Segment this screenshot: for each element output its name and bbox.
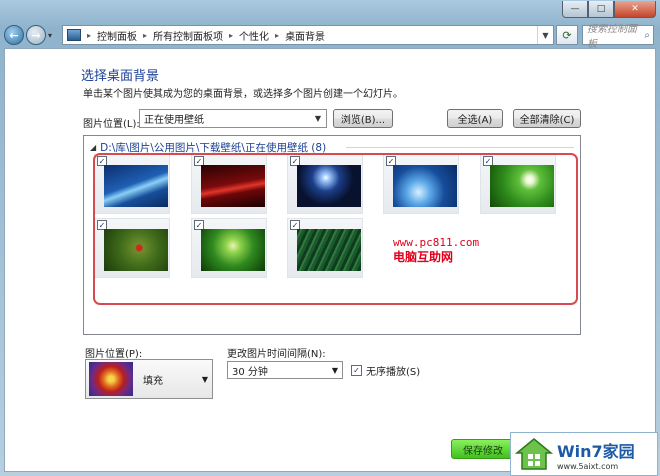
group-divider <box>346 147 574 148</box>
location-value: 正在使用壁纸 <box>144 115 204 126</box>
interval-label: 更改图片时间间隔(N): <box>227 349 326 360</box>
interval-select[interactable]: 30 分钟 ▼ <box>227 361 343 379</box>
forward-button[interactable]: → <box>26 25 46 45</box>
window: — □ ✕ ← → ▾ ▸ 控制面板 ▸ 所有控制面板项 ▸ 个性化 ▸ 桌面背… <box>0 0 660 476</box>
chevron-right-icon: ▸ <box>87 30 92 40</box>
logo-url: www.5aixt.com <box>557 461 619 471</box>
refresh-icon: ⟳ <box>562 28 572 42</box>
maximize-button[interactable]: □ <box>588 1 614 18</box>
interval-value: 30 分钟 <box>232 366 268 378</box>
shuffle-checkbox[interactable]: ✓ <box>351 365 362 376</box>
house-logo-icon <box>514 436 554 472</box>
search-placeholder: 搜索控制面板 <box>587 24 637 50</box>
shuffle-option[interactable]: ✓ 无序播放(S) <box>351 363 420 378</box>
breadcrumb-all-items[interactable]: 所有控制面板项 <box>153 28 223 43</box>
location-label: 图片位置(L): <box>83 119 140 130</box>
chevron-down-icon: ▼ <box>201 374 208 384</box>
logo-brand: Win7家园 <box>557 441 635 461</box>
picture-position-value: 填充 <box>143 375 163 387</box>
collapse-triangle-icon[interactable]: ◢ <box>90 143 96 152</box>
select-all-button[interactable]: 全选(A) <box>447 109 503 128</box>
control-panel-icon <box>67 29 81 41</box>
save-changes-button[interactable]: 保存修改 <box>451 439 515 459</box>
page-description: 单击某个图片使其成为您的桌面背景，或选择多个图片创建一个幻灯片。 <box>83 89 403 100</box>
minimize-button[interactable]: — <box>562 1 588 18</box>
watermark-name: 电脑互助网 <box>393 250 454 264</box>
content-area: 选择桌面背景 单击某个图片使其成为您的桌面背景，或选择多个图片创建一个幻灯片。 … <box>4 48 656 472</box>
location-select[interactable]: 正在使用壁纸 ▼ <box>139 109 327 128</box>
chevron-down-icon: ▼ <box>331 365 338 375</box>
chevron-right-icon: ▸ <box>275 30 280 40</box>
recent-pages-dropdown-icon[interactable]: ▾ <box>48 31 58 40</box>
chevron-down-icon: ▼ <box>314 114 322 123</box>
picture-position-select[interactable]: 填充 ▼ <box>85 359 213 399</box>
navigation-bar: ← → ▾ ▸ 控制面板 ▸ 所有控制面板项 ▸ 个性化 ▸ 桌面背景 ▼ ⟳ … <box>4 22 656 50</box>
caption-buttons: — □ ✕ <box>562 1 656 18</box>
chevron-right-icon: ▸ <box>229 30 234 40</box>
breadcrumb-control-panel[interactable]: 控制面板 <box>97 28 137 43</box>
site-logo: Win7家园 www.5aixt.com <box>510 432 658 476</box>
breadcrumb-desktop-background[interactable]: 桌面背景 <box>285 28 325 43</box>
page-title: 选择桌面背景 <box>81 69 160 84</box>
address-dropdown-icon[interactable]: ▼ <box>537 26 553 44</box>
chevron-right-icon: ▸ <box>143 30 148 40</box>
highlight-annotation-box <box>93 153 578 305</box>
refresh-button[interactable]: ⟳ <box>556 25 578 45</box>
logo-text: Win7家园 www.5aixt.com <box>557 438 635 471</box>
fill-preview-image <box>89 362 133 396</box>
breadcrumb-personalization[interactable]: 个性化 <box>239 28 269 43</box>
back-button[interactable]: ← <box>4 25 24 45</box>
browse-button[interactable]: 浏览(B)... <box>333 109 393 128</box>
shuffle-label: 无序播放(S) <box>366 367 421 378</box>
search-input[interactable]: 搜索控制面板 ⌕ <box>582 24 654 50</box>
search-icon: ⌕ <box>644 29 650 41</box>
clear-all-button[interactable]: 全部清除(C) <box>513 109 581 128</box>
address-bar[interactable]: ▸ 控制面板 ▸ 所有控制面板项 ▸ 个性化 ▸ 桌面背景 ▼ <box>62 25 554 45</box>
close-button[interactable]: ✕ <box>614 1 656 18</box>
picture-position-label: 图片位置(P): <box>85 349 143 360</box>
